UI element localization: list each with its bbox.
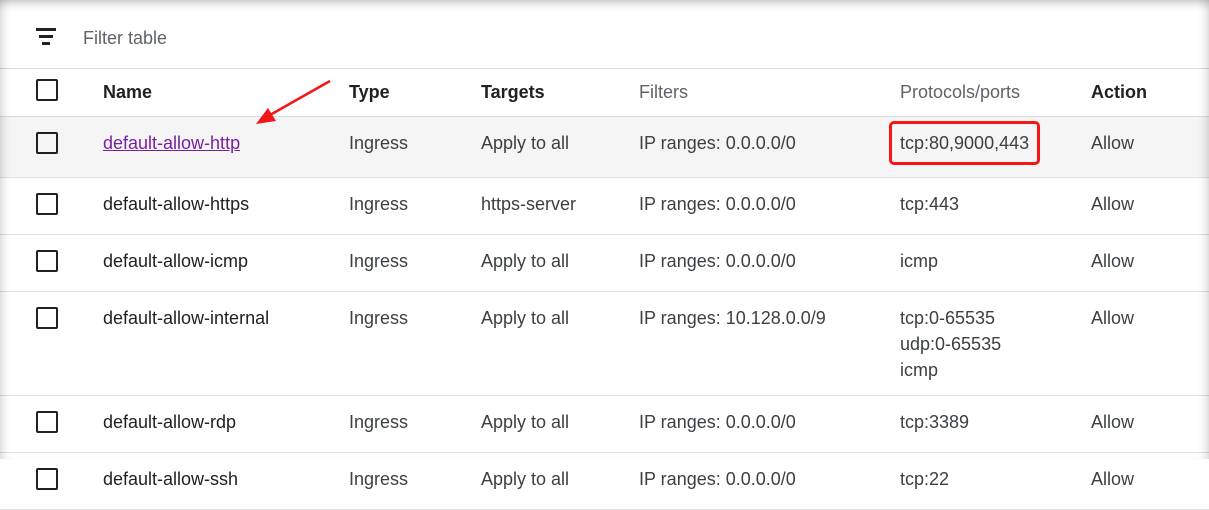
rule-name-link[interactable]: default-allow-http bbox=[103, 133, 240, 153]
rule-action: Allow bbox=[1091, 395, 1209, 453]
rule-targets: Apply to all bbox=[481, 452, 639, 510]
rule-type: Ingress bbox=[349, 234, 481, 292]
rule-ports: icmp bbox=[900, 234, 1091, 292]
column-header-protocols-ports: Protocols/ports bbox=[900, 68, 1091, 117]
rule-filters: IP ranges: 0.0.0.0/0 bbox=[639, 452, 900, 510]
rule-action: Allow bbox=[1091, 177, 1209, 235]
rule-action: Allow bbox=[1091, 452, 1209, 510]
port-entry: tcp:0-65535 bbox=[900, 308, 996, 328]
table-row[interactable]: default-allow-https Ingress https-server… bbox=[0, 177, 1209, 235]
rule-type: Ingress bbox=[349, 291, 481, 396]
rule-filters: IP ranges: 10.128.0.0/9 bbox=[639, 291, 900, 396]
filter-bar[interactable]: Filter table bbox=[0, 12, 1209, 69]
rule-name[interactable]: default-allow-internal bbox=[103, 291, 349, 396]
column-header-action[interactable]: Action bbox=[1091, 68, 1209, 117]
rule-name[interactable]: default-allow-icmp bbox=[103, 234, 349, 292]
table-row[interactable]: default-allow-http Ingress Apply to all … bbox=[0, 116, 1209, 178]
column-header-targets[interactable]: Targets bbox=[481, 68, 639, 117]
rule-action: Allow bbox=[1091, 234, 1209, 292]
rule-action: Allow bbox=[1091, 116, 1209, 178]
rule-type: Ingress bbox=[349, 116, 481, 178]
rule-targets: Apply to all bbox=[481, 234, 639, 292]
row-checkbox[interactable] bbox=[36, 193, 58, 215]
rule-targets: Apply to all bbox=[481, 291, 639, 396]
rule-type: Ingress bbox=[349, 395, 481, 453]
firewall-rules-table: Name Type Targets Filters Protocols/port… bbox=[0, 68, 1209, 510]
highlight-box: tcp:80,9000,443 bbox=[889, 121, 1041, 165]
rule-ports: tcp:0-65535 udp:0-65535 icmp bbox=[900, 291, 1091, 396]
rule-filters: IP ranges: 0.0.0.0/0 bbox=[639, 116, 900, 178]
rule-filters: IP ranges: 0.0.0.0/0 bbox=[639, 177, 900, 235]
row-checkbox[interactable] bbox=[36, 411, 58, 433]
column-header-type[interactable]: Type bbox=[349, 68, 481, 117]
rule-ports: tcp:3389 bbox=[900, 395, 1091, 453]
column-header-name[interactable]: Name bbox=[103, 68, 349, 117]
port-entry: udp:0-65535 bbox=[900, 334, 1002, 354]
table-header-row: Name Type Targets Filters Protocols/port… bbox=[0, 68, 1209, 117]
rule-type: Ingress bbox=[349, 452, 481, 510]
row-checkbox[interactable] bbox=[36, 468, 58, 490]
rule-filters: IP ranges: 0.0.0.0/0 bbox=[639, 395, 900, 453]
table-row[interactable]: default-allow-internal Ingress Apply to … bbox=[0, 291, 1209, 396]
row-checkbox[interactable] bbox=[36, 307, 58, 329]
rule-ports: tcp:22 bbox=[900, 452, 1091, 510]
rule-name[interactable]: default-allow-https bbox=[103, 177, 349, 235]
rule-type: Ingress bbox=[349, 177, 481, 235]
rule-targets: Apply to all bbox=[481, 395, 639, 453]
rule-action: Allow bbox=[1091, 291, 1209, 396]
filter-input[interactable]: Filter table bbox=[83, 28, 167, 49]
rule-targets: https-server bbox=[481, 177, 639, 235]
select-all-cell bbox=[0, 68, 103, 117]
rule-name[interactable]: default-allow-ssh bbox=[103, 452, 349, 510]
table-row[interactable]: default-allow-rdp Ingress Apply to all I… bbox=[0, 395, 1209, 453]
table-row[interactable]: default-allow-icmp Ingress Apply to all … bbox=[0, 234, 1209, 292]
rule-ports: tcp:80,9000,443 bbox=[889, 116, 1091, 178]
port-entry: tcp:80,9000,443 bbox=[900, 133, 1030, 153]
rule-filters: IP ranges: 0.0.0.0/0 bbox=[639, 234, 900, 292]
rule-ports: tcp:443 bbox=[900, 177, 1091, 235]
row-checkbox[interactable] bbox=[36, 250, 58, 272]
select-all-checkbox[interactable] bbox=[36, 78, 58, 101]
table-row[interactable]: default-allow-ssh Ingress Apply to all I… bbox=[0, 452, 1209, 510]
port-entry: icmp bbox=[900, 360, 939, 380]
rule-targets: Apply to all bbox=[481, 116, 639, 178]
rule-name[interactable]: default-allow-rdp bbox=[103, 395, 349, 453]
column-header-filters: Filters bbox=[639, 68, 900, 117]
row-checkbox[interactable] bbox=[36, 132, 58, 154]
filter-list-icon[interactable] bbox=[36, 28, 56, 46]
